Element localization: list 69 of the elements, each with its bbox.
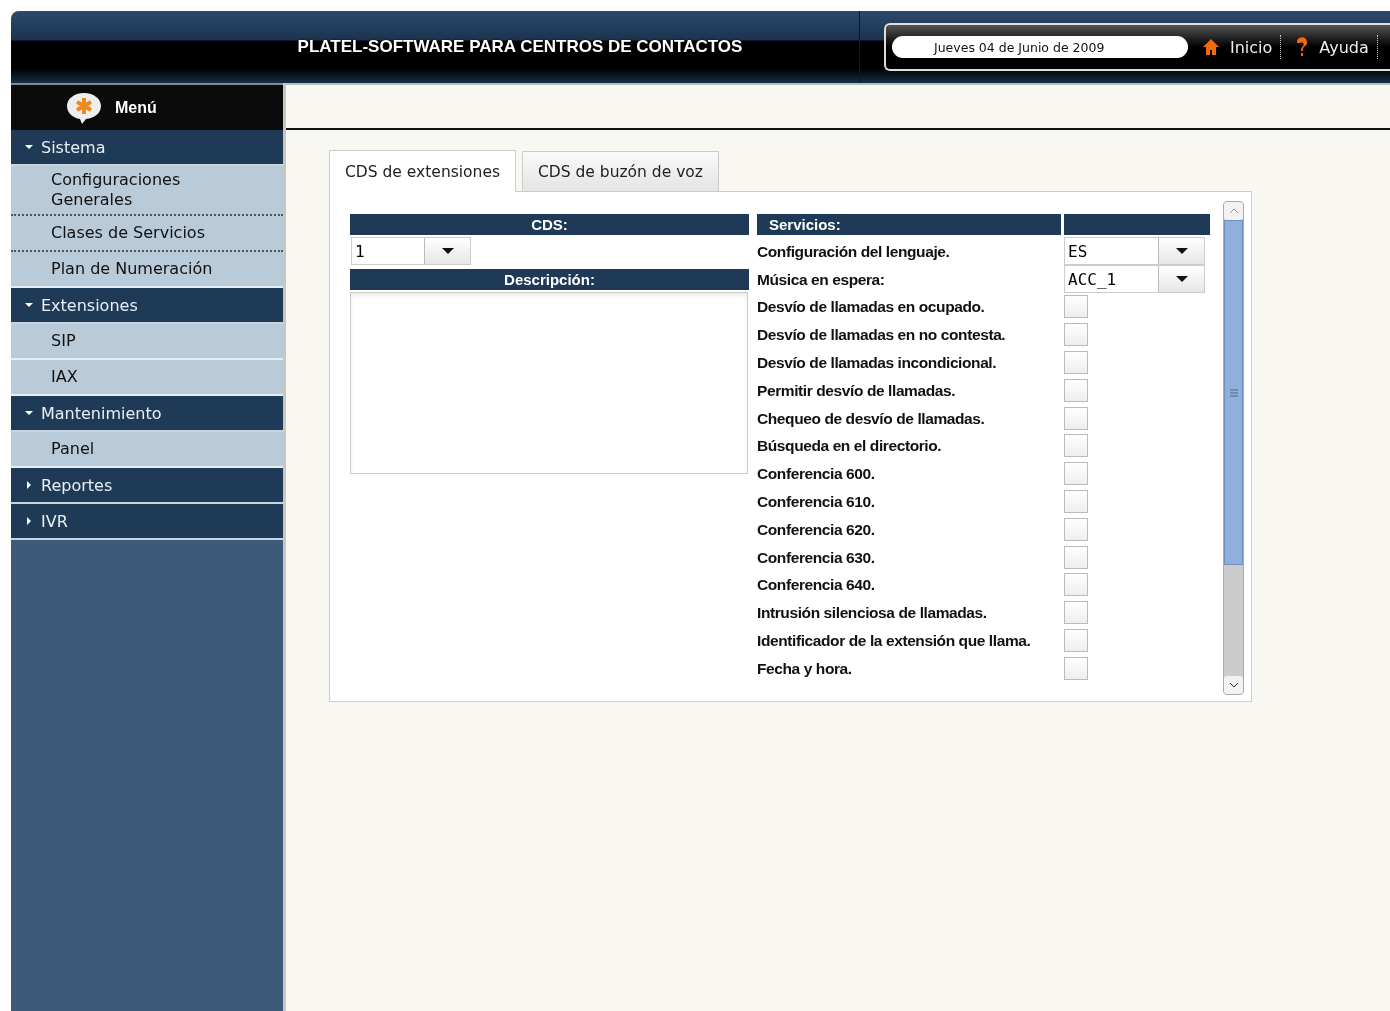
dropdown-arrow-icon	[1175, 247, 1188, 255]
checkbox[interactable]	[1064, 351, 1088, 374]
sidebar-item[interactable]: Plan de Numeración	[11, 252, 283, 288]
scroll-down-icon	[1228, 682, 1239, 688]
service-label: Intrusión silenciosa de llamadas.	[757, 603, 988, 624]
select-field[interactable]: ES	[1064, 237, 1205, 265]
service-label: Conferencia 620.	[757, 519, 876, 540]
checkbox[interactable]	[1064, 545, 1088, 569]
select-field[interactable]: 1	[351, 237, 471, 265]
tab[interactable]: CDS de extensiones	[329, 150, 516, 192]
caret-right-icon	[25, 517, 33, 525]
service-label: Búsqueda en el directorio.	[757, 436, 943, 457]
question-mark-icon	[1295, 37, 1310, 57]
sidebar-item[interactable]: Panel	[11, 432, 283, 468]
service-label: Desvío de llamadas en ocupado.	[757, 297, 986, 318]
service-label: Conferencia 640.	[757, 575, 876, 596]
header-link[interactable]: Ayuda	[1289, 35, 1378, 59]
service-label: Chequeo de desvío de llamadas.	[757, 408, 986, 429]
checkbox[interactable]	[1064, 378, 1088, 402]
grip-icon	[1229, 388, 1238, 397]
caret-down-icon	[25, 409, 33, 417]
sidebar-group[interactable]: Sistema	[11, 130, 283, 166]
caret-right-icon	[25, 481, 33, 489]
checkbox[interactable]	[1064, 517, 1088, 541]
description-field[interactable]	[350, 292, 748, 474]
sidebar-item[interactable]: IAX	[11, 360, 283, 396]
scrollbar[interactable]	[1223, 201, 1244, 695]
sidebar-item[interactable]: SIP	[11, 324, 283, 360]
checkbox[interactable]	[1064, 656, 1088, 680]
caret-down-icon	[25, 143, 33, 151]
checkbox[interactable]	[1064, 406, 1088, 430]
checkbox[interactable]	[1064, 573, 1088, 597]
checkbox[interactable]	[1064, 628, 1088, 652]
column-header: CDS:	[350, 214, 749, 235]
service-label: Desvío de llamadas en no contesta.	[757, 325, 1007, 346]
service-label: Música en espera:	[757, 269, 886, 290]
sidebar-group[interactable]: IVR	[11, 504, 283, 540]
sidebar-group[interactable]: Mantenimiento	[11, 396, 283, 432]
sidebar-item[interactable]: Clases de Servicios	[11, 216, 283, 252]
service-label: Configuración del lenguaje.	[757, 241, 951, 262]
service-label: Permitir desvío de llamadas.	[757, 380, 957, 401]
checkbox[interactable]	[1064, 462, 1088, 486]
column-header: Servicios:	[757, 214, 1061, 235]
asterisk-bubble-icon	[65, 90, 103, 125]
service-label: Fecha y hora.	[757, 658, 853, 679]
caret-down-icon	[25, 301, 33, 309]
dropdown-arrow-icon	[1175, 275, 1188, 283]
checkbox[interactable]	[1064, 434, 1088, 458]
checkbox[interactable]	[1064, 489, 1088, 513]
scroll-up-icon	[1228, 208, 1239, 214]
column-header: Descripción:	[350, 269, 749, 290]
service-label: Conferencia 600.	[757, 464, 876, 485]
dropdown-arrow-icon	[441, 247, 454, 255]
home-icon	[1202, 38, 1220, 56]
date-display: Jueves 04 de Junio de 2009	[892, 36, 1188, 58]
sidebar-group[interactable]: Extensiones	[11, 288, 283, 324]
service-label: Conferencia 630.	[757, 547, 876, 568]
sidebar-item[interactable]: Configuraciones Generales	[11, 166, 283, 216]
select-field[interactable]: ACC_1	[1064, 265, 1205, 293]
checkbox[interactable]	[1064, 323, 1088, 347]
checkbox[interactable]	[1064, 295, 1088, 319]
menu-title: Menú	[115, 98, 157, 117]
service-label: Conferencia 610.	[757, 491, 876, 512]
sidebar-group[interactable]: Reportes	[11, 468, 283, 504]
tab[interactable]: CDS de buzón de voz	[522, 151, 719, 191]
header-link[interactable]: Inicio	[1196, 35, 1282, 59]
checkbox[interactable]	[1064, 601, 1088, 625]
service-label: Identificador de la extensión que llama.	[757, 630, 1032, 651]
service-label: Desvío de llamadas incondicional.	[757, 353, 998, 373]
